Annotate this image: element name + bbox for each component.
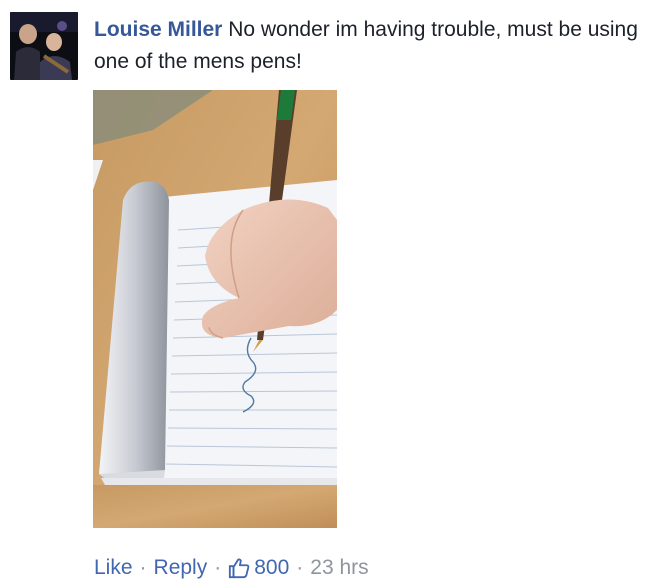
timestamp[interactable]: 23 hrs — [310, 553, 368, 583]
separator-dot: · — [296, 556, 304, 579]
like-count-value: 800 — [254, 556, 290, 579]
separator-dot: · — [214, 556, 222, 579]
author-name[interactable]: Louise Miller — [94, 18, 222, 41]
like-count[interactable]: 800 — [228, 553, 289, 583]
comment-actions: Like · Reply · 800 · 23 hrs — [94, 553, 369, 583]
thumbs-up-icon — [229, 558, 250, 579]
comment: Louise Miller No wonder im having troubl… — [0, 0, 650, 586]
like-link[interactable]: Like — [94, 553, 133, 583]
reply-link[interactable]: Reply — [154, 553, 208, 583]
separator-dot: · — [139, 556, 147, 579]
comment-body: Louise Miller No wonder im having troubl… — [94, 14, 646, 78]
avatar[interactable] — [10, 12, 78, 80]
attached-photo[interactable] — [93, 90, 337, 528]
